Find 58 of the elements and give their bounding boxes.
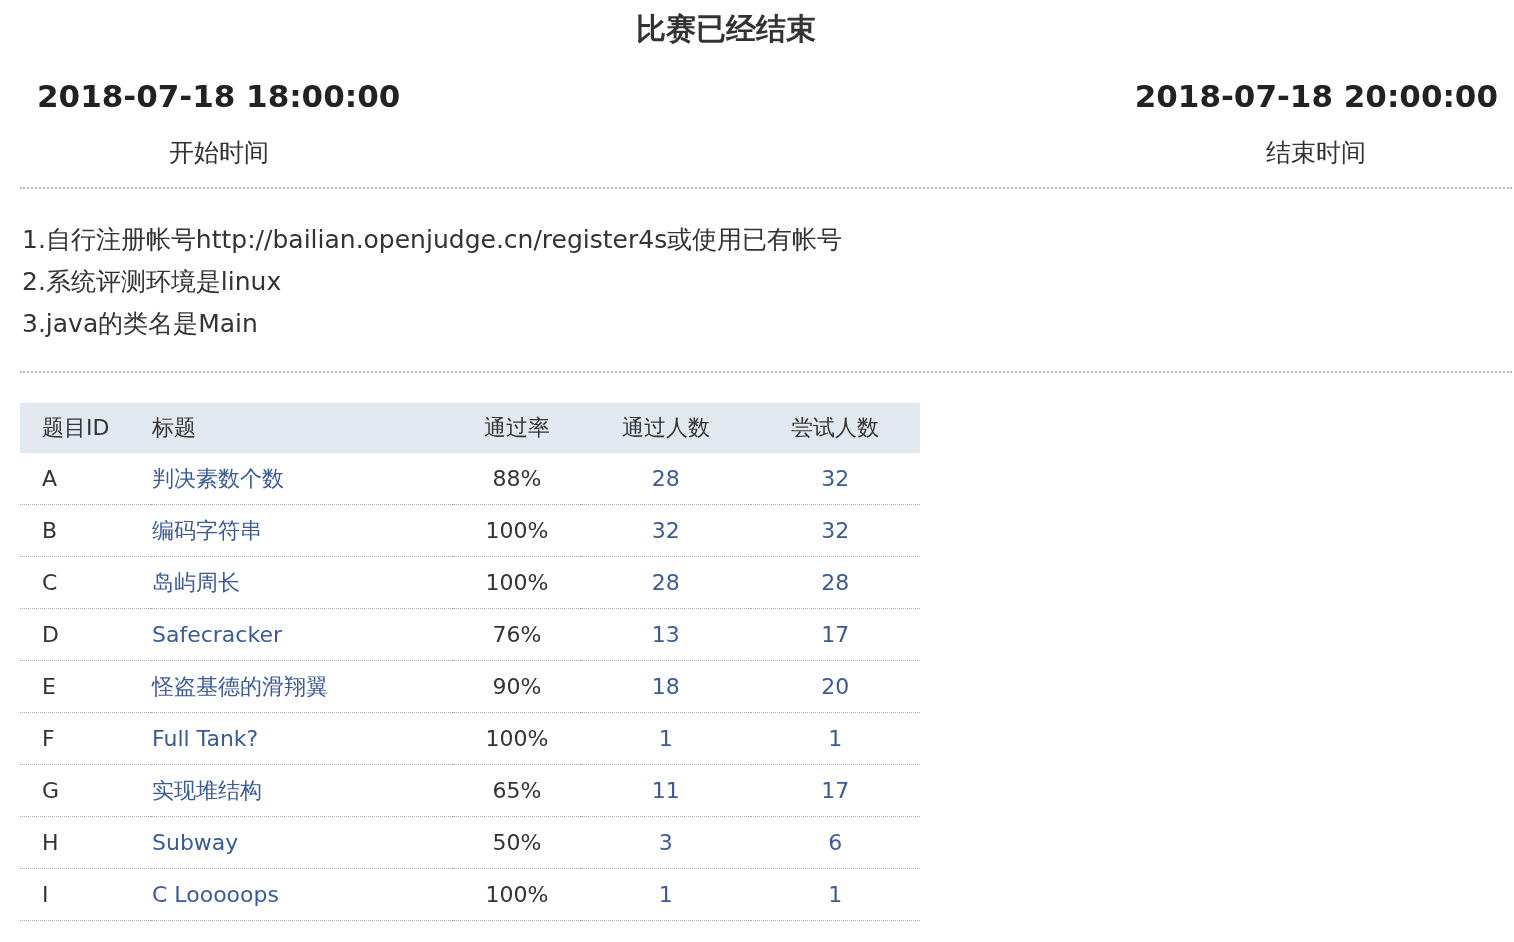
passed-count-link[interactable]: 3 xyxy=(658,830,673,855)
pass-rate-cell: 65% xyxy=(453,764,582,817)
problem-title-link[interactable]: 岛屿周长 xyxy=(152,569,240,595)
problem-id-cell: G xyxy=(20,764,151,817)
rule-text: 2.系统评测环境是linux xyxy=(22,266,283,298)
problem-title-link[interactable]: 编码字符串 xyxy=(152,517,262,543)
passed-count-link[interactable]: 1 xyxy=(658,882,673,907)
pass-rate-cell: 76% xyxy=(453,608,582,661)
tried-count-link[interactable]: 32 xyxy=(821,518,850,543)
tried-count-link[interactable]: 32 xyxy=(821,466,850,491)
tried-count-link[interactable]: 28 xyxy=(821,570,850,595)
problem-id-cell: B xyxy=(20,504,151,557)
start-time-label: 开始时间 xyxy=(168,137,269,169)
problem-title-link[interactable]: Safecracker xyxy=(152,622,282,647)
pass-rate-cell: 88% xyxy=(453,453,582,505)
pass-rate-cell: 100% xyxy=(453,556,582,609)
pass-rate-cell: 100% xyxy=(453,712,582,765)
end-time: 2018-07-18 20:00:00 xyxy=(1134,78,1498,114)
column-header: 标题 xyxy=(151,403,453,453)
problem-title-link[interactable]: 判决素数个数 xyxy=(152,465,284,491)
passed-count-link[interactable]: 13 xyxy=(651,622,680,647)
passed-count-link[interactable]: 1 xyxy=(658,726,673,751)
problem-id-cell: D xyxy=(20,608,151,661)
rule-text: 1.自行注册帐号http://bailian.openjudge.cn/register4s或使用已有帐号 xyxy=(22,224,844,256)
start-time: 2018-07-18 18:00:00 xyxy=(37,78,401,114)
pass-rate-cell: 100% xyxy=(453,504,582,557)
end-time-label: 结束时间 xyxy=(1266,137,1367,169)
problem-title-link[interactable]: Full Tank? xyxy=(152,726,259,751)
tried-count-link[interactable]: 20 xyxy=(821,674,850,699)
problem-title-link[interactable]: Subway xyxy=(152,830,239,855)
tried-count-link[interactable]: 1 xyxy=(828,726,843,751)
passed-count-link[interactable]: 32 xyxy=(651,518,680,543)
passed-count-link[interactable]: 28 xyxy=(651,570,680,595)
problem-id-cell: H xyxy=(20,816,151,869)
column-header: 尝试人数 xyxy=(750,403,920,453)
problem-title-link[interactable]: C Looooops xyxy=(152,882,279,907)
column-header: 题目ID xyxy=(20,403,151,453)
column-header: 通过人数 xyxy=(581,403,751,453)
tried-count-link[interactable]: 6 xyxy=(828,830,843,855)
pass-rate-cell: 50% xyxy=(453,816,582,869)
problem-title-link[interactable]: 实现堆结构 xyxy=(152,777,262,803)
problem-id-cell: F xyxy=(20,712,151,765)
passed-count-link[interactable]: 11 xyxy=(651,778,680,803)
problem-id-cell: A xyxy=(20,453,151,505)
pass-rate-cell: 100% xyxy=(453,868,582,921)
problem-id-cell: E xyxy=(20,660,151,713)
tried-count-link[interactable]: 1 xyxy=(828,882,843,907)
problem-id-cell: I xyxy=(20,868,151,921)
rule-text: 3.java的类名是Main xyxy=(22,308,259,340)
column-header: 通过率 xyxy=(453,403,582,453)
contest-status-title: 比赛已经结束 xyxy=(635,10,817,48)
passed-count-link[interactable]: 18 xyxy=(651,674,680,699)
passed-count-link[interactable]: 28 xyxy=(651,466,680,491)
tried-count-link[interactable]: 17 xyxy=(821,778,850,803)
problem-id-cell: C xyxy=(20,556,151,609)
problem-title-link[interactable]: 怪盗基德的滑翔翼 xyxy=(152,673,328,699)
pass-rate-cell: 90% xyxy=(453,660,582,713)
tried-count-link[interactable]: 17 xyxy=(821,622,850,647)
